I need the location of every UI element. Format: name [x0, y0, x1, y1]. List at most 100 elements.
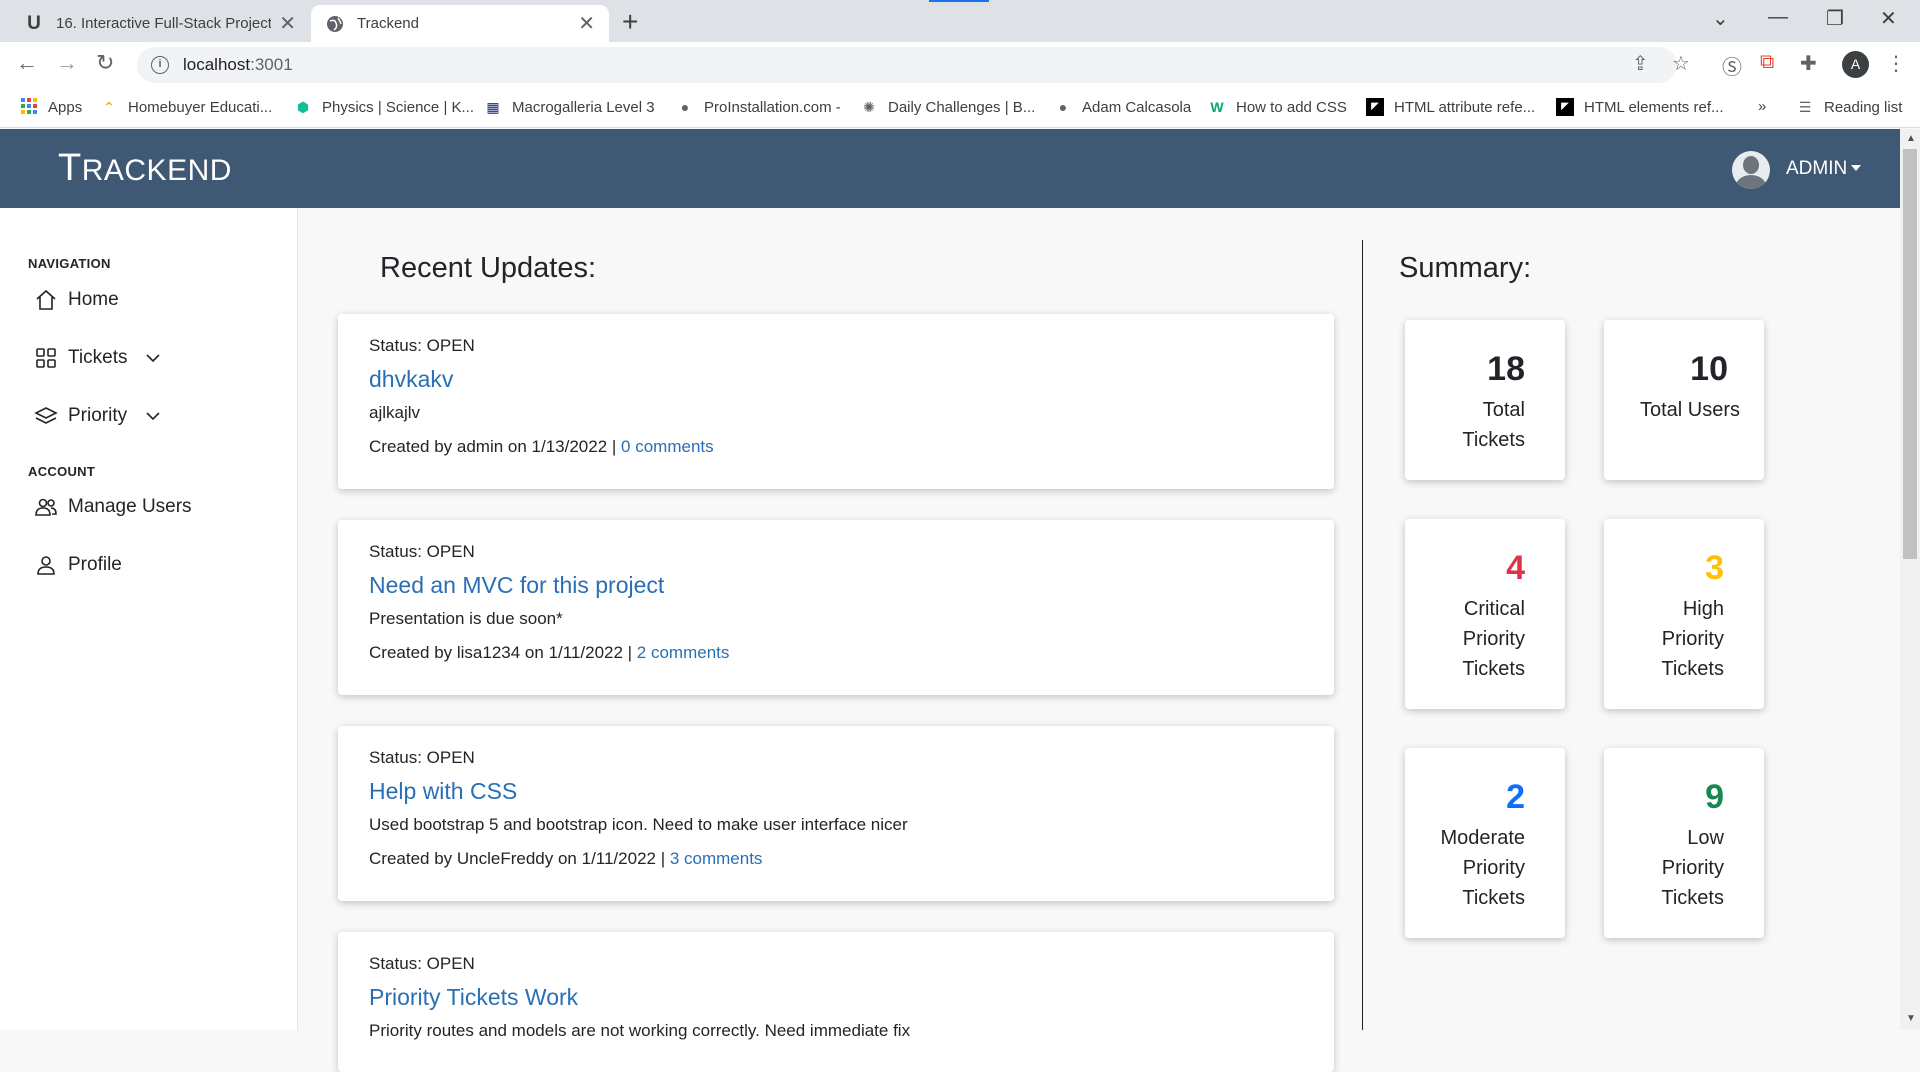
stat-label-line: Tickets [1661, 658, 1724, 680]
mdn-icon: ◤ [1556, 98, 1574, 116]
bookmarks-overflow[interactable]: » [1758, 98, 1766, 115]
comments-link[interactable]: 3 comments [670, 849, 763, 868]
sidebar-item-manage-users[interactable]: Manage Users [34, 495, 192, 519]
scroll-up-arrow-icon[interactable]: ▲ [1906, 133, 1916, 144]
sidebar-item-label: Home [68, 289, 119, 310]
ticket-title-link[interactable]: Need an MVC for this project [369, 572, 1303, 599]
comments-link[interactable]: 0 comments [621, 437, 714, 456]
trackend-page: TRACKEND ADMIN NAVIGATION Home Tickets P… [0, 129, 1920, 1072]
update-card: Status: OPEN dhvkakv ajlkajlv Created by… [338, 314, 1334, 489]
stat-label-line: Priority [1661, 628, 1724, 650]
bookmark-html-attribute[interactable]: ◤ HTML attribute refe... [1366, 98, 1535, 116]
sidebar-item-home[interactable]: Home [34, 288, 119, 312]
stat-total-users[interactable]: 10 Total Users [1604, 320, 1764, 480]
browser-tab-bar: U 16. Interactive Full-Stack Project ✕ T… [0, 0, 1920, 42]
url-text: localhost:3001 [183, 55, 293, 74]
close-tab-icon[interactable]: ✕ [578, 11, 595, 36]
scroll-thumb[interactable] [1903, 149, 1917, 559]
globe-icon: ● [1058, 99, 1068, 115]
bookmark-physics[interactable]: ⬢ Physics | Science | K... [294, 98, 474, 116]
skype-extension-icon[interactable]: Ⓢ [1722, 51, 1742, 80]
address-bar[interactable]: i localhost:3001 [137, 47, 1677, 83]
stat-critical-priority[interactable]: 4 Critical Priority Tickets [1405, 519, 1565, 709]
grid-page-icon: ▦ [486, 99, 500, 115]
browser-toolbar: ← → ↻ i localhost:3001 ⇪ ☆ Ⓢ ⧉ ✚ A ⋮ [0, 42, 1920, 88]
bookmark-html-elements[interactable]: ◤ HTML elements ref... [1556, 98, 1723, 116]
extension-badge-icon[interactable]: ⧉ [1760, 51, 1774, 74]
stat-value: 2 [1506, 778, 1525, 816]
stat-label-line: Tickets [1462, 658, 1525, 680]
app-header: TRACKEND ADMIN [0, 129, 1900, 208]
bookmark-macrogalleria[interactable]: ▦ Macrogalleria Level 3 [484, 98, 654, 116]
bookmark-proinstallation[interactable]: ● ProInstallation.com - [676, 98, 841, 116]
person-icon [37, 556, 55, 575]
homebuyer-icon: ⌃ [103, 99, 115, 115]
bookmark-label: HTML elements ref... [1584, 98, 1724, 116]
bookmark-homebuyer[interactable]: ⌃ Homebuyer Educati... [100, 98, 272, 116]
extensions-puzzle-icon[interactable]: ✚ [1800, 51, 1817, 76]
minimize-icon[interactable]: — [1768, 6, 1788, 29]
ticket-title-link[interactable]: dhvkakv [369, 366, 1303, 393]
update-card: Status: OPEN Help with CSS Used bootstra… [338, 726, 1334, 901]
share-icon[interactable]: ⇪ [1632, 51, 1649, 76]
bookmark-how-to-add-css[interactable]: W How to add CSS [1208, 98, 1347, 116]
close-tab-icon[interactable]: ✕ [279, 11, 296, 36]
stat-low-priority[interactable]: 9 Low Priority Tickets [1604, 748, 1764, 938]
summary-title: Summary: [1399, 252, 1532, 284]
forward-icon[interactable]: → [56, 50, 78, 76]
people-icon [35, 498, 57, 516]
close-window-icon[interactable]: ✕ [1880, 6, 1897, 31]
stat-value: 4 [1506, 549, 1525, 587]
site-info-icon[interactable]: i [151, 56, 169, 74]
bookmark-daily-challenges[interactable]: ✺ Daily Challenges | B... [860, 98, 1035, 116]
sidebar-item-tickets[interactable]: Tickets [34, 346, 161, 370]
overflow-chevron-icon: » [1758, 98, 1767, 115]
browser-tab-trackend[interactable]: Trackend ✕ [311, 5, 609, 42]
new-tab-icon[interactable]: + [622, 6, 638, 38]
ticket-description: Used bootstrap 5 and bootstrap icon. Nee… [369, 815, 908, 834]
sidebar-item-priority[interactable]: Priority [34, 404, 161, 428]
reading-list[interactable]: ☰ Reading list [1796, 98, 1903, 116]
stat-high-priority[interactable]: 3 High Priority Tickets [1604, 519, 1764, 709]
bookmark-label: Adam Calcasola [1082, 98, 1192, 116]
update-card: Status: OPEN Priority Tickets Work Prior… [338, 932, 1334, 1072]
brand-logo[interactable]: TRACKEND [58, 147, 232, 190]
caret-down-icon[interactable] [1851, 165, 1861, 171]
stat-total-tickets[interactable]: 18 Total Tickets [1405, 320, 1565, 480]
bookmark-label: ProInstallation.com - [704, 98, 841, 116]
bookmark-apps[interactable]: Apps [20, 98, 82, 116]
comments-link[interactable]: 2 comments [637, 643, 730, 662]
chevron-down-icon[interactable] [145, 408, 161, 424]
stat-moderate-priority[interactable]: 2 Moderate Priority Tickets [1405, 748, 1565, 938]
ticket-status: Status: OPEN [369, 542, 475, 561]
browser-menu-icon[interactable]: ⋮ [1886, 51, 1906, 76]
house-icon [36, 289, 56, 310]
sidebar-item-profile[interactable]: Profile [34, 553, 122, 577]
tab-search-icon[interactable]: ⌄ [1712, 6, 1729, 31]
user-menu-label[interactable]: ADMIN [1786, 158, 1847, 180]
stat-label-line: Total Users [1639, 399, 1740, 421]
challenge-icon: ✺ [863, 99, 875, 115]
page-scrollbar[interactable]: ▲ ▼ [1900, 129, 1920, 1030]
bookmark-star-icon[interactable]: ☆ [1672, 51, 1690, 76]
khan-academy-icon: ⬢ [296, 99, 310, 115]
stat-value: 9 [1705, 778, 1724, 816]
back-icon[interactable]: ← [16, 50, 38, 76]
account-heading: ACCOUNT [28, 464, 96, 479]
bookmark-adam-calcasola[interactable]: ● Adam Calcasola [1054, 98, 1191, 116]
stat-label-line: Priority [1462, 857, 1525, 879]
column-divider [1362, 240, 1363, 1030]
chevron-down-icon[interactable] [145, 350, 161, 366]
stat-label-line: High [1682, 598, 1724, 620]
ticket-description: Priority routes and models are not worki… [369, 1021, 911, 1040]
ticket-title-link[interactable]: Priority Tickets Work [369, 984, 1303, 1011]
reading-list-label: Reading list [1824, 98, 1903, 116]
user-avatar[interactable] [1732, 151, 1770, 189]
reload-icon[interactable]: ↻ [96, 50, 114, 76]
browser-tab-course[interactable]: U 16. Interactive Full-Stack Project ✕ [10, 5, 310, 42]
profile-avatar[interactable]: A [1842, 51, 1869, 78]
ticket-title-link[interactable]: Help with CSS [369, 778, 1303, 805]
scroll-down-arrow-icon[interactable]: ▼ [1906, 1013, 1916, 1024]
ticket-description: Presentation is due soon* [369, 609, 563, 628]
restore-icon[interactable]: ❐ [1826, 6, 1844, 31]
